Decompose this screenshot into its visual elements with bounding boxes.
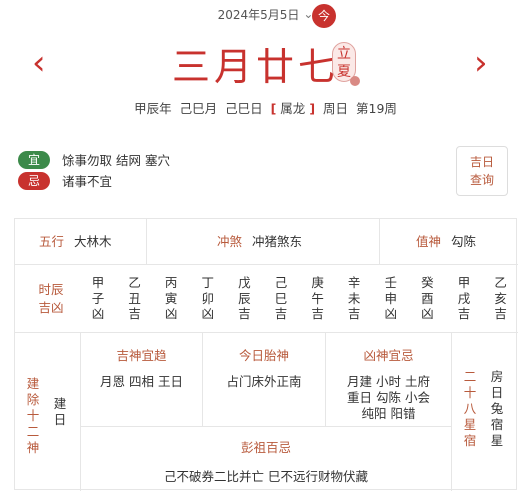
hour-luck: 凶 bbox=[164, 306, 178, 321]
week-number: 第19周 bbox=[356, 101, 397, 116]
hour-column: 辛未吉 bbox=[347, 275, 361, 322]
jianchu-cell: 建除十二神 建日 bbox=[15, 333, 81, 491]
yi-text: 馀事勿取 结网 塞穴 bbox=[62, 153, 170, 168]
zhishen-cell: 值神 勾陈 bbox=[380, 219, 516, 265]
next-day-arrow-icon[interactable]: › bbox=[474, 46, 488, 80]
jishen-cell: 吉神宜趋 月恩 四相 王日 bbox=[81, 333, 203, 427]
zodiac-animal: 属龙 bbox=[280, 101, 306, 116]
bracket-right: ] bbox=[309, 101, 316, 116]
hour-ganzhi: 丁卯 bbox=[201, 275, 215, 306]
xiu-cell: 二十八星宿 房日兔宿星 bbox=[451, 333, 518, 491]
ji-text: 诸事不宜 bbox=[62, 174, 113, 189]
jishen-label: 吉神宜趋 bbox=[116, 348, 167, 363]
taishen-value: 占门床外正南 bbox=[226, 374, 302, 389]
pengzu-cell: 彭祖百忌 己不破券二比并亡 巳不远行财物伏藏 bbox=[81, 427, 451, 491]
shen-row: 吉神宜趋 月恩 四相 王日 今日胎神 占门床外正南 凶神宜忌 月建 小时 土府 … bbox=[81, 333, 451, 427]
hour-column: 甲子凶 bbox=[91, 275, 105, 322]
hour-ganzhi: 丙寅 bbox=[164, 275, 178, 306]
ji-badge: 忌 bbox=[18, 171, 50, 190]
hour-column: 乙丑吉 bbox=[128, 275, 142, 322]
hour-luck: 吉 bbox=[274, 306, 288, 321]
hour-ganzhi: 癸酉 bbox=[421, 275, 434, 306]
chongsha-value: 冲猪煞东 bbox=[252, 234, 303, 249]
hour-luck: 吉 bbox=[494, 306, 507, 321]
hour-ganzhi: 己巳 bbox=[274, 275, 288, 306]
hour-column: 甲戌吉 bbox=[457, 275, 471, 322]
ganzhi-year: 甲辰年 bbox=[134, 101, 172, 116]
solar-date-selector[interactable]: 2024年5月5日 ⌄ bbox=[0, 6, 531, 23]
yi-row: 宜 馀事勿取 结网 塞穴 bbox=[18, 150, 170, 169]
lucky-day-query-label: 吉日查询 bbox=[469, 155, 494, 187]
pengzu-value: 己不破券二比并亡 巳不远行财物伏藏 bbox=[164, 469, 368, 484]
row-shichen: 时辰吉凶 甲子凶乙丑吉丙寅凶丁卯凶戊辰吉己巳吉庚午吉辛未吉壬申凶癸酉凶甲戌吉乙亥… bbox=[15, 265, 518, 333]
xiongshen-label: 凶神宜忌 bbox=[363, 348, 414, 363]
xiu-value: 房日兔宿星 bbox=[490, 369, 504, 448]
hour-ganzhi: 壬申 bbox=[384, 275, 398, 306]
previous-day-arrow-icon[interactable]: ‹ bbox=[32, 46, 46, 80]
bracket-left: [ bbox=[270, 101, 277, 116]
ganzhi-line: 甲辰年 己巳月 己巳日 [属龙] 周日 第19周 bbox=[0, 98, 531, 117]
taishen-label: 今日胎神 bbox=[238, 348, 289, 363]
almanac-table: 五行 大林木 冲煞 冲猪煞东 值神 勾陈 时辰吉凶 甲子凶乙丑吉丙寅凶丁卯凶戊辰吉己巳… bbox=[14, 218, 518, 491]
hour-column: 丁卯凶 bbox=[201, 275, 215, 322]
pengzu-label: 彭祖百忌 bbox=[240, 440, 291, 455]
weekday: 周日 bbox=[323, 101, 349, 116]
hour-luck: 凶 bbox=[421, 306, 434, 321]
hour-ganzhi: 甲戌 bbox=[457, 275, 471, 306]
zhishen-value: 勾陈 bbox=[451, 234, 477, 249]
hour-column: 己巳吉 bbox=[274, 275, 288, 322]
wuxing-cell: 五行 大林木 bbox=[15, 219, 147, 265]
hour-luck: 吉 bbox=[311, 306, 324, 321]
wuxing-label: 五行 bbox=[39, 234, 65, 249]
hour-ganzhi: 辛未 bbox=[347, 275, 361, 306]
hour-column: 癸酉凶 bbox=[420, 275, 434, 322]
hour-column: 庚午吉 bbox=[311, 275, 325, 322]
chongsha-label: 冲煞 bbox=[217, 234, 243, 249]
hour-luck: 凶 bbox=[384, 306, 398, 321]
jianchu-value: 建日 bbox=[53, 396, 67, 427]
hour-luck: 吉 bbox=[347, 306, 361, 321]
hour-ganzhi: 乙亥 bbox=[494, 275, 507, 306]
taishen-cell: 今日胎神 占门床外正南 bbox=[203, 333, 326, 427]
xiongshen-value: 月建 小时 土府 重日 勾陈 小会 纯阳 阳错 bbox=[347, 374, 430, 421]
today-button[interactable]: 今 bbox=[312, 4, 336, 28]
shichen-label: 时辰吉凶 bbox=[38, 282, 64, 315]
hour-ganzhi: 庚午 bbox=[311, 275, 324, 306]
ganzhi-day: 己巳日 bbox=[225, 101, 263, 116]
row-basic: 五行 大林木 冲煞 冲猪煞东 值神 勾陈 bbox=[15, 219, 518, 265]
xiu-label: 二十八星宿 bbox=[463, 369, 477, 448]
jishen-value: 月恩 四相 王日 bbox=[100, 374, 183, 389]
shen-panel: 吉神宜趋 月恩 四相 王日 今日胎神 占门床外正南 凶神宜忌 月建 小时 土府 … bbox=[81, 333, 451, 491]
hour-ganzhi: 乙丑 bbox=[128, 275, 141, 306]
lunar-date: 三月廿七 bbox=[172, 45, 341, 89]
chongsha-cell: 冲煞 冲猪煞东 bbox=[147, 219, 380, 265]
ganzhi-month: 己巳月 bbox=[179, 101, 218, 116]
jianchu-label: 建除十二神 bbox=[26, 376, 40, 455]
hour-luck: 吉 bbox=[457, 306, 471, 321]
yi-badge: 宜 bbox=[18, 150, 50, 169]
hour-ganzhi: 甲子 bbox=[91, 275, 105, 306]
row-details: 建除十二神 建日 吉神宜趋 月恩 四相 王日 今日胎神 占门床外正南 凶神宜忌 … bbox=[15, 333, 518, 491]
lucky-day-query-button[interactable]: 吉日查询 bbox=[456, 146, 508, 196]
hour-column: 乙亥吉 bbox=[494, 275, 508, 322]
hour-luck: 凶 bbox=[201, 306, 215, 321]
seal-ornament bbox=[350, 76, 360, 86]
hour-luck: 凶 bbox=[91, 306, 105, 321]
xiongshen-cell: 凶神宜忌 月建 小时 土府 重日 勾陈 小会 纯阳 阳错 bbox=[326, 333, 451, 427]
ji-row: 忌 诸事不宜 bbox=[18, 171, 112, 190]
hour-luck: 吉 bbox=[238, 306, 251, 321]
hour-column: 壬申凶 bbox=[384, 275, 398, 322]
hour-column: 丙寅凶 bbox=[164, 275, 178, 322]
hour-luck: 吉 bbox=[128, 306, 141, 321]
hour-column: 戊辰吉 bbox=[237, 275, 251, 322]
wuxing-value: 大林木 bbox=[74, 234, 112, 249]
zhishen-label: 值神 bbox=[416, 234, 442, 249]
hour-ganzhi: 戊辰 bbox=[238, 275, 251, 306]
solar-date: 2024年5月5日 bbox=[217, 8, 300, 22]
